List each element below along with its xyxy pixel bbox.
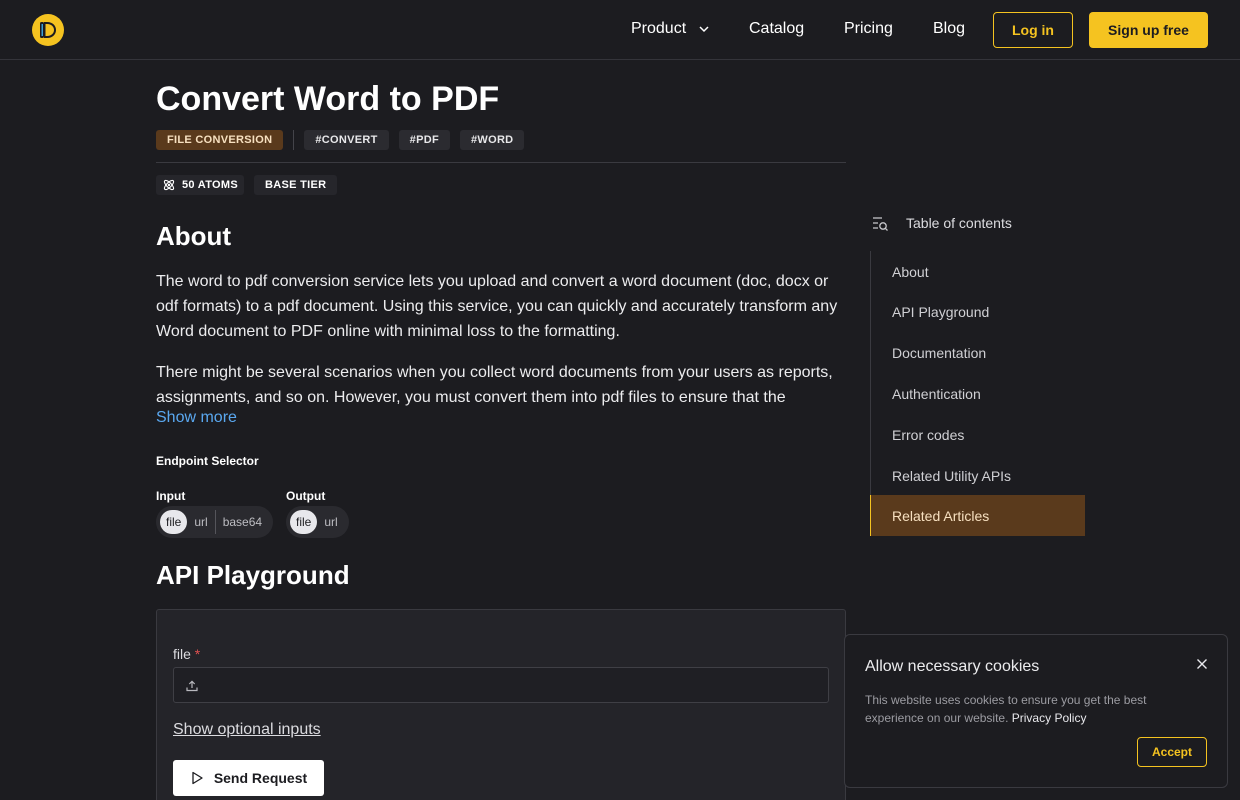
meta-row: 50 ATOMS BASE TIER (156, 175, 347, 195)
required-marker: * (194, 646, 201, 662)
toc-title: Table of contents (906, 215, 1012, 231)
tier-badge: BASE TIER (254, 175, 338, 195)
nav-catalog[interactable]: Catalog (749, 20, 804, 38)
input-option-url[interactable]: url (187, 510, 214, 534)
about-paragraph-2: There might be several scenarios when yo… (156, 364, 833, 406)
input-option-base64[interactable]: base64 (216, 510, 269, 534)
output-option-url[interactable]: url (317, 510, 344, 534)
show-optional-inputs-link[interactable]: Show optional inputs (173, 721, 321, 739)
close-icon[interactable] (1195, 657, 1209, 671)
file-field-label: file * (173, 646, 200, 662)
cookie-text: This website uses cookies to ensure you … (865, 691, 1185, 727)
page-title: Convert Word to PDF (156, 80, 500, 118)
logo-icon[interactable] (32, 14, 64, 46)
tag-word[interactable]: #WORD (459, 130, 525, 150)
atoms-badge: 50 ATOMS (156, 175, 244, 195)
toc-item-related-articles[interactable]: Related Articles (870, 495, 1085, 536)
tag-divider (293, 130, 295, 150)
tag-pdf[interactable]: #PDF (398, 130, 450, 150)
category-badge[interactable]: FILE CONVERSION (156, 130, 284, 150)
atom-icon (163, 179, 175, 191)
toc-item-documentation[interactable]: Documentation (871, 332, 1085, 373)
toc-item-related-utility-apis[interactable]: Related Utility APIs (871, 455, 1085, 496)
nav-pricing[interactable]: Pricing (844, 20, 893, 38)
file-label-text: file (173, 646, 191, 662)
accept-cookies-button[interactable]: Accept (1137, 737, 1207, 767)
playground-heading: API Playground (156, 560, 350, 590)
privacy-policy-link[interactable]: Privacy Policy (1012, 711, 1087, 725)
send-request-label: Send Request (213, 770, 308, 786)
play-icon (192, 771, 203, 785)
toc-search-icon (873, 217, 888, 231)
toc-item-api-playground[interactable]: API Playground (871, 291, 1085, 332)
atoms-label: 50 ATOMS (182, 179, 238, 191)
nav-blog[interactable]: Blog (933, 20, 965, 38)
input-option-file[interactable]: file (160, 510, 188, 534)
tag-row: FILE CONVERSION #CONVERT #PDF #WORD (156, 130, 534, 150)
signup-button[interactable]: Sign up free (1089, 12, 1208, 48)
input-selector: file url base64 (156, 506, 274, 538)
divider (156, 162, 846, 163)
about-heading: About (156, 221, 232, 251)
toc-item-authentication[interactable]: Authentication (871, 373, 1085, 414)
toc-header: Table of contents (870, 213, 1012, 233)
toc-item-about[interactable]: About (871, 251, 1085, 292)
send-request-button[interactable]: Send Request (173, 760, 324, 796)
endpoint-selector-label: Endpoint Selector (156, 454, 259, 468)
output-label: Output (286, 489, 326, 503)
cookie-title: Allow necessary cookies (865, 658, 1040, 675)
tag-convert[interactable]: #CONVERT (304, 130, 389, 150)
cookie-message: This website uses cookies to ensure you … (865, 693, 1147, 725)
nav-product[interactable]: Product (631, 20, 711, 38)
upload-icon (186, 680, 198, 692)
nav-product-label: Product (631, 20, 687, 37)
toc-item-error-codes[interactable]: Error codes (871, 414, 1085, 455)
cookie-banner: Allow necessary cookies This website use… (844, 634, 1228, 788)
login-button[interactable]: Log in (993, 12, 1073, 48)
file-upload-input[interactable] (173, 667, 829, 703)
about-paragraph-1: The word to pdf conversion service lets … (156, 273, 838, 340)
chevron-down-icon (699, 26, 709, 32)
output-option-file[interactable]: file (290, 510, 318, 534)
top-navbar: Product Catalog Pricing Blog Log in Sign… (0, 0, 1240, 60)
toc-list: About API Playground Documentation Authe… (870, 251, 1085, 536)
input-label: Input (156, 489, 186, 503)
show-more-link[interactable]: Show more (156, 409, 237, 427)
output-selector: file url (286, 506, 349, 538)
